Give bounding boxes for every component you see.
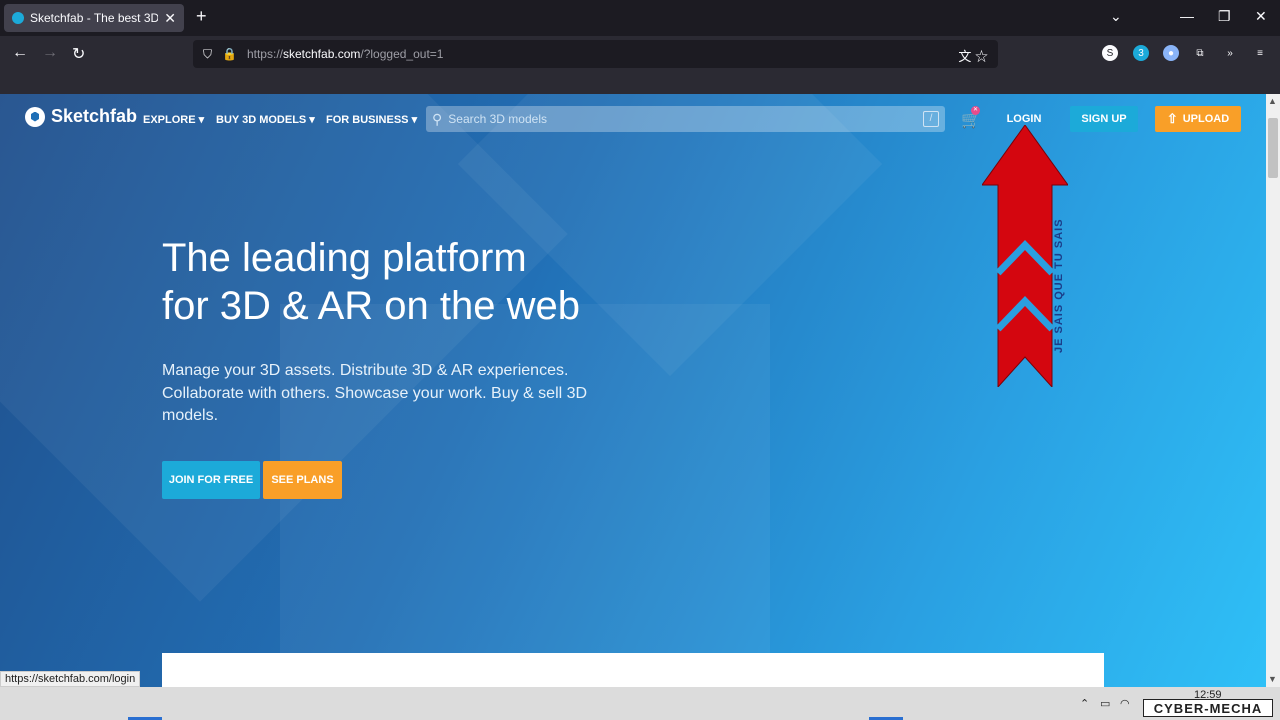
upload-button[interactable]: ⇧ UPLOAD bbox=[1155, 106, 1241, 132]
browser-tab[interactable]: Sketchfab - The best 3D viewer ✕ bbox=[4, 4, 184, 32]
lock-icon[interactable]: 🔒 bbox=[222, 47, 237, 61]
s-extension-icon[interactable]: S bbox=[1102, 45, 1118, 61]
nav-buy-3d-models[interactable]: BUY 3D MODELS ▾ bbox=[216, 113, 315, 126]
tab-title: Sketchfab - The best 3D viewer bbox=[30, 11, 159, 25]
browser-tabbar: Sketchfab - The best 3D viewer ✕ + ⌄ — ❐… bbox=[0, 0, 1280, 36]
hamburger-menu-icon[interactable]: ≡ bbox=[1252, 45, 1268, 61]
cart-badge: ✕ bbox=[971, 106, 980, 115]
restore-icon[interactable]: ❐ bbox=[1218, 8, 1231, 25]
wifi-icon[interactable]: ◠ bbox=[1120, 697, 1130, 710]
forward-arrow-icon[interactable]: → bbox=[42, 44, 58, 62]
bookmarks-bar bbox=[0, 72, 1280, 94]
sketchfab-logo[interactable]: Sketchfab bbox=[25, 106, 137, 127]
sketchfab-logo-icon bbox=[25, 106, 45, 127]
url-path: /?logged_out=1 bbox=[360, 47, 444, 61]
url-scheme: https:// bbox=[246, 47, 283, 61]
extension-badge-count: 3 bbox=[1138, 47, 1144, 59]
search-icon: ⚲ bbox=[432, 110, 443, 127]
signup-button[interactable]: SIGN UP bbox=[1070, 106, 1138, 132]
logo-text: Sketchfab bbox=[51, 106, 138, 126]
cart-icon[interactable]: 🛒 ✕ bbox=[961, 106, 981, 130]
arrow-caption: JE SAIS QUE TU SAIS bbox=[1053, 218, 1065, 354]
search-input[interactable] bbox=[448, 112, 909, 126]
windows-taskbar: ⌃ ▭ ◠ 12:59 bbox=[0, 687, 1280, 720]
scroll-up-icon[interactable]: ▲ bbox=[1268, 96, 1277, 106]
nav-explore[interactable]: EXPLORE ▾ bbox=[143, 113, 204, 126]
status-link-preview: https://sketchfab.com/login bbox=[0, 671, 141, 687]
join-for-free-button[interactable]: JOIN FOR FREE bbox=[162, 461, 260, 499]
hero-subtitle: Manage your 3D assets. Distribute 3D & A… bbox=[162, 362, 588, 424]
url-host: sketchfab.com bbox=[283, 47, 361, 61]
nav-for-business[interactable]: FOR BUSINESS ▾ bbox=[326, 113, 417, 126]
hero-title-line2: for 3D & AR on the web bbox=[162, 284, 581, 328]
hero-title: The leading platform for 3D & AR on the … bbox=[162, 234, 580, 330]
extension-badge-icon[interactable]: 3 bbox=[1133, 45, 1149, 61]
tab-list-chevron-icon[interactable]: ⌄ bbox=[1110, 8, 1122, 25]
back-arrow-icon[interactable]: ← bbox=[12, 44, 28, 62]
page-scrollbar[interactable]: ▲ ▼ bbox=[1266, 94, 1280, 687]
sketchfab-favicon-icon bbox=[12, 12, 24, 24]
address-bar[interactable]: ⛉ 🔒 https:// sketchfab.com /?logged_out=… bbox=[193, 40, 998, 68]
close-tab-icon[interactable]: ✕ bbox=[164, 10, 176, 27]
site-header: Sketchfab EXPLORE ▾ BUY 3D MODELS ▾ FOR … bbox=[0, 94, 1266, 144]
tray-chevron-icon[interactable]: ⌃ bbox=[1080, 697, 1089, 710]
search-shortcut-key: / bbox=[923, 111, 939, 127]
translate-and-bookmark-icons[interactable]: 文 ☆ bbox=[958, 46, 988, 65]
scroll-down-icon[interactable]: ▼ bbox=[1268, 674, 1277, 684]
scroll-thumb[interactable] bbox=[1268, 118, 1278, 178]
content-card bbox=[162, 653, 1104, 687]
shield-icon[interactable]: ⛉ bbox=[203, 47, 212, 62]
window-close-icon[interactable]: ✕ bbox=[1255, 8, 1267, 25]
sketchfab-page: Sketchfab EXPLORE ▾ BUY 3D MODELS ▾ FOR … bbox=[0, 94, 1266, 687]
extensions-puzzle-icon[interactable]: ⧉ bbox=[1192, 45, 1208, 61]
battery-icon[interactable]: ▭ bbox=[1100, 697, 1110, 710]
search-box[interactable]: ⚲ / bbox=[426, 106, 945, 132]
upload-label: UPLOAD bbox=[1182, 113, 1230, 125]
overflow-chevrons-icon[interactable]: » bbox=[1222, 45, 1238, 61]
minimize-icon[interactable]: — bbox=[1180, 8, 1194, 24]
new-tab-button[interactable]: + bbox=[196, 6, 207, 27]
see-plans-button[interactable]: SEE PLANS bbox=[263, 461, 342, 499]
upload-icon: ⇧ bbox=[1166, 111, 1178, 126]
hero-title-line1: The leading platform bbox=[162, 236, 527, 280]
vpn-extension-icon[interactable]: ● bbox=[1163, 45, 1179, 61]
reload-icon[interactable]: ↻ bbox=[72, 44, 85, 64]
cyber-mecha-watermark: CYBER-MECHA bbox=[1143, 699, 1273, 717]
